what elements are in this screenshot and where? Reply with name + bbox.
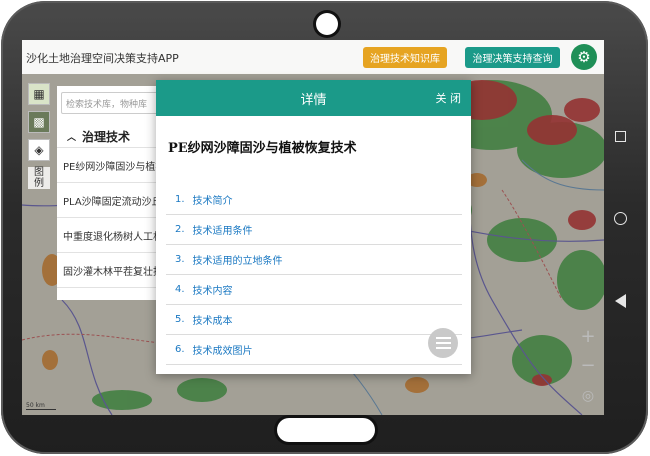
menu-item-site-conditions[interactable]: 3. 技术适用的立地条件: [166, 245, 462, 275]
recent-apps-icon[interactable]: [609, 125, 631, 147]
modal-header: 详情 关 闭: [156, 80, 471, 116]
menu-item-photos[interactable]: 6. 技术成效图片: [166, 335, 462, 365]
close-button[interactable]: 关 闭: [436, 80, 462, 116]
menu-icon: [435, 337, 451, 339]
menu-item-cost[interactable]: 5. 技术成本: [166, 305, 462, 335]
back-icon[interactable]: [609, 290, 631, 312]
item-number: 1.: [175, 194, 185, 205]
zoom-in-button[interactable]: +: [576, 324, 600, 348]
settings-button[interactable]: ⚙: [571, 44, 597, 70]
menu-item-conditions[interactable]: 2. 技术适用条件: [166, 215, 462, 245]
detail-modal: 详情 关 闭 PE纱网沙障固沙与植被恢复技术 1. 技术简介 2. 技术适用条件…: [156, 80, 471, 374]
gear-icon: ⚙: [577, 48, 591, 66]
item-label: 技术成本: [192, 316, 233, 327]
detail-menu: 1. 技术简介 2. 技术适用条件 3. 技术适用的立地条件 4. 技术内容 5…: [166, 185, 462, 365]
app-title: 沙化土地治理空间决策支持APP: [26, 52, 179, 65]
decision-query-button[interactable]: 治理决策支持查询: [465, 47, 560, 68]
modal-title: 详情: [300, 92, 327, 108]
app-bar: 沙化土地治理空间决策支持APP 治理技术知识库 治理决策支持查询 ⚙: [22, 40, 604, 74]
zoom-out-button[interactable]: −: [576, 353, 600, 377]
map-tools: ▦ ▩ ◈ 图 例: [28, 83, 50, 189]
item-label: 技术适用条件: [192, 226, 253, 237]
item-number: 6.: [175, 344, 185, 355]
layers-icon[interactable]: ◈: [28, 139, 50, 161]
technique-title: PE纱网沙障固沙与植被恢复技术: [168, 141, 357, 156]
chevron-up-icon: ︿: [67, 133, 77, 143]
item-number: 2.: [175, 224, 185, 235]
scale-bar: 50 km: [26, 402, 56, 410]
floating-menu-button[interactable]: [428, 328, 458, 358]
menu-item-content[interactable]: 4. 技术内容: [166, 275, 462, 305]
item-label: 技术简介: [192, 196, 233, 207]
home-button[interactable]: [277, 418, 375, 442]
menu-item-intro[interactable]: 1. 技术简介: [166, 185, 462, 215]
knowledge-base-button[interactable]: 治理技术知识库: [363, 47, 447, 68]
home-icon[interactable]: [609, 207, 631, 229]
basemap-satellite-icon[interactable]: ▩: [28, 111, 50, 133]
item-number: 3.: [175, 254, 185, 265]
section-title: 治理技术: [82, 130, 131, 144]
basemap-map-icon[interactable]: ▦: [28, 83, 50, 105]
item-label: 技术成效图片: [192, 346, 253, 357]
item-label: 技术适用的立地条件: [192, 256, 283, 267]
legend-button[interactable]: 图 例: [28, 167, 50, 189]
item-number: 5.: [175, 314, 185, 325]
app-screen: 沙化土地治理空间决策支持APP 治理技术知识库 治理决策支持查询 ⚙ ▦ ▩ ◈…: [22, 40, 604, 415]
locate-icon[interactable]: ◎: [576, 384, 600, 408]
item-label: 技术内容: [192, 286, 233, 297]
item-number: 4.: [175, 284, 185, 295]
camera-icon: [316, 13, 338, 35]
